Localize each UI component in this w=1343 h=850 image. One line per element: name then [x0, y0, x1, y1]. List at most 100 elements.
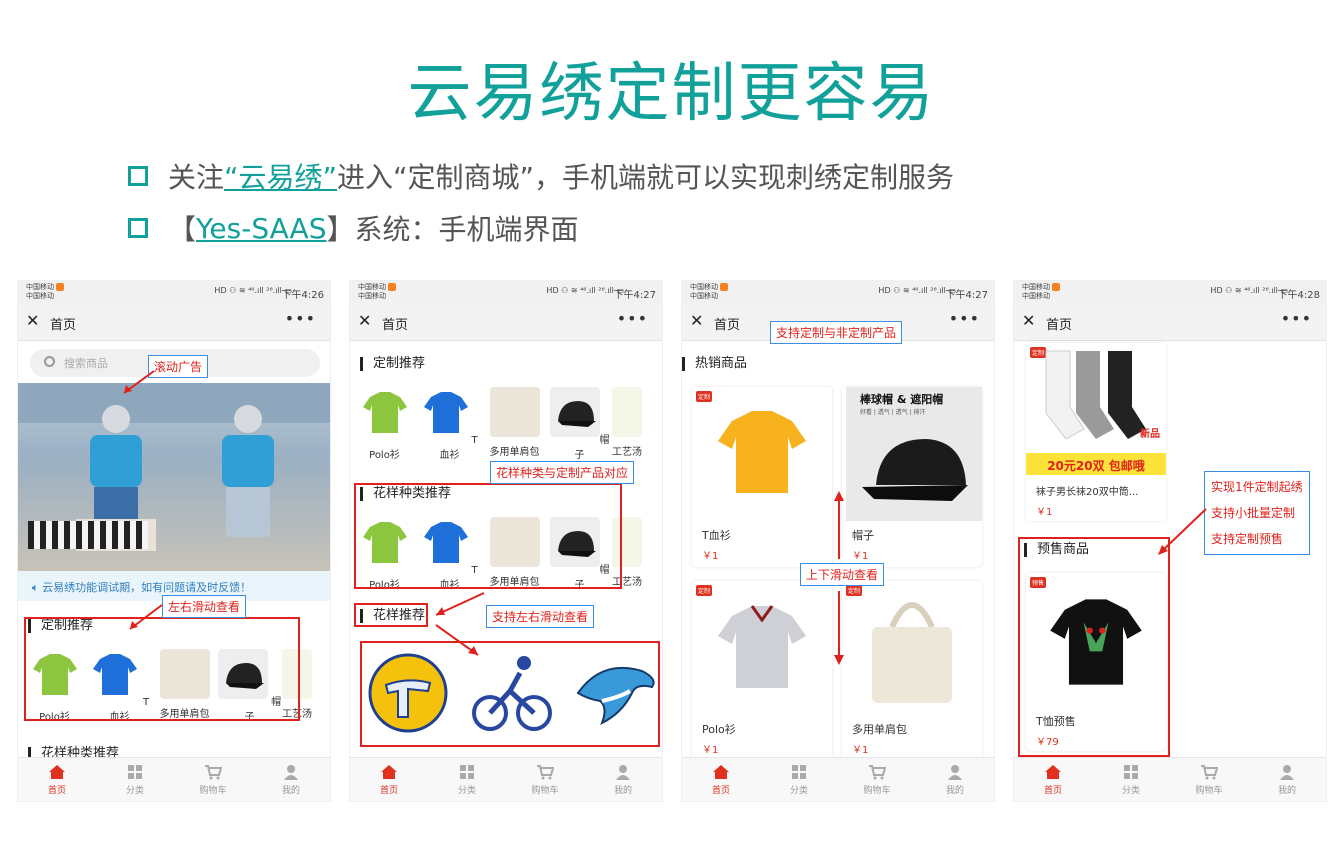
notice-text: 云易绣功能调试期，如有问题请及时反馈！ — [42, 581, 252, 594]
cap-image — [549, 387, 600, 437]
cart-icon — [205, 765, 222, 780]
arrow-icon — [129, 604, 163, 630]
cap-image: 棒球帽 & 遮阳帽 好看 | 透气 | 透气 | 排汗 — [846, 387, 982, 521]
tab-category[interactable]: 分类 — [428, 758, 506, 801]
more-icon[interactable]: ••• — [617, 309, 648, 328]
product-card-tshirt[interactable]: 定制 T血衫 ￥1 — [692, 387, 832, 567]
callout-match: 花样种类与定制产品对应 — [490, 461, 635, 484]
product-bag[interactable]: 多用单肩包 — [482, 387, 547, 461]
highlight-box — [360, 641, 660, 747]
yunyixiu-link[interactable]: “云易绣” — [224, 156, 337, 196]
cart-icon — [537, 765, 554, 780]
yes-saas-link[interactable]: Yes-SAAS — [196, 212, 326, 245]
product-craft[interactable]: 工艺汤 — [612, 387, 642, 461]
close-icon[interactable]: ✕ — [358, 311, 371, 330]
carrier-label: 中国移动 中国移动 — [26, 283, 64, 301]
tab-cart[interactable]: 购物车 — [506, 758, 584, 801]
craft-image — [612, 387, 642, 437]
home-icon — [381, 765, 397, 779]
socks-image — [1045, 350, 1146, 440]
more-icon[interactable]: ••• — [285, 309, 316, 328]
callout-features: 实现1件定制起绣 支持小批量定制 支持定制预售 — [1204, 471, 1310, 555]
home-icon — [713, 765, 729, 779]
status-time: 下午4:27 — [945, 290, 988, 301]
product-tshirt[interactable]: T血衫 — [417, 387, 482, 461]
mannequin-image — [222, 405, 274, 537]
category-icon — [792, 765, 806, 779]
polo-shirt-image — [718, 605, 806, 688]
more-icon[interactable]: ••• — [949, 309, 980, 328]
tshirt-image — [424, 392, 469, 433]
close-icon[interactable]: ✕ — [690, 311, 703, 330]
ad-banner[interactable] — [18, 383, 330, 571]
product-card-polo[interactable]: 定制 Polo衫 ￥1 — [692, 581, 832, 761]
carrier-logo-icon — [388, 283, 396, 291]
product-card-cap[interactable]: 定制 棒球帽 & 遮阳帽 好看 | 透气 | 透气 | 排汗 帽子 ￥1 — [842, 387, 982, 567]
status-icons: HD ⚇ ≋ ⁴⁶.ıll ²⁶.ıll ▭ — [546, 286, 624, 295]
search-icon — [44, 356, 55, 367]
carrier-label: 中国移动 中国移动 — [358, 283, 396, 301]
product-row: Polo衫 T血衫 多用单肩包 帽子 工艺汤 — [352, 387, 642, 461]
custom-badge: 定制 — [696, 391, 713, 402]
status-bar: 中国移动 中国移动 HD ⚇ ≋ ⁴⁶.ıll ²⁶.ıll ▭ 下午4:27 — [350, 281, 662, 303]
tshirt-image — [718, 411, 806, 493]
bag-image — [872, 602, 952, 703]
tab-category[interactable]: 分类 — [1092, 758, 1170, 801]
user-icon — [1280, 765, 1294, 780]
more-icon[interactable]: ••• — [1281, 309, 1312, 328]
status-time: 下午4:28 — [1277, 290, 1320, 301]
arrow-icon — [123, 370, 155, 394]
callout-scroll: 左右滑动查看 — [162, 595, 247, 618]
home-icon — [1045, 765, 1061, 779]
callout-top: 支持定制与非定制产品 — [770, 321, 903, 344]
tab-bar: 首页 分类 购物车 我的 — [1014, 757, 1326, 801]
tab-bar: 首页 分类 购物车 我的 — [682, 757, 994, 801]
tab-mine[interactable]: 我的 — [252, 758, 330, 801]
tab-mine[interactable]: 我的 — [584, 758, 662, 801]
highlight-box — [1018, 537, 1170, 757]
status-bar: 中国移动 中国移动 HD ⚇ ≋ ⁴⁶.ıll ²⁶.ıll ▭ 下午4:26 — [18, 281, 330, 303]
carrier-logo-icon — [1052, 283, 1060, 291]
carrier-logo-icon — [56, 283, 64, 291]
category-icon — [1124, 765, 1138, 779]
nav-title: 首页 — [1046, 318, 1073, 333]
nav-title: 首页 — [50, 318, 77, 333]
carrier-label: 中国移动 中国移动 — [1022, 283, 1060, 301]
custom-badge: 定制 — [696, 585, 713, 596]
tab-home[interactable]: 首页 — [682, 758, 760, 801]
product-polo[interactable]: Polo衫 — [352, 387, 417, 461]
close-icon[interactable]: ✕ — [26, 311, 39, 330]
tab-cart[interactable]: 购物车 — [174, 758, 252, 801]
status-bar: 中国移动 中国移动 HD ⚇ ≋ ⁴⁶.ıll ²⁶.ıll ▭ 下午4:27 — [682, 281, 994, 303]
tab-cart[interactable]: 购物车 — [838, 758, 916, 801]
scroll-arrow-icon — [834, 491, 844, 665]
cart-icon — [869, 765, 886, 780]
search-placeholder: 搜索商品 — [64, 357, 108, 370]
category-icon — [460, 765, 474, 779]
category-icon — [128, 765, 142, 779]
product-cap[interactable]: 帽子 — [547, 387, 612, 461]
tab-category[interactable]: 分类 — [96, 758, 174, 801]
product-card-socks[interactable]: 定制 新品 20元20双 包邮哦 袜子男长袜20双中筒... ￥1 — [1026, 343, 1166, 521]
polo-shirt-image — [362, 392, 407, 433]
tab-home[interactable]: 首页 — [18, 758, 96, 801]
tab-cart[interactable]: 购物车 — [1170, 758, 1248, 801]
tab-bar: 首页 分类 购物车 我的 — [350, 757, 662, 801]
new-label: 新品 — [1140, 429, 1160, 440]
nav-title: 首页 — [382, 318, 409, 333]
square-bullet-icon — [128, 218, 148, 238]
product-card-bag[interactable]: 定制 多用单肩包 ￥1 — [842, 581, 982, 761]
status-time: 下午4:26 — [281, 290, 324, 301]
close-icon[interactable]: ✕ — [1022, 311, 1035, 330]
tab-mine[interactable]: 我的 — [916, 758, 994, 801]
tab-category[interactable]: 分类 — [760, 758, 838, 801]
bag-image — [489, 387, 540, 437]
highlight-box — [354, 483, 622, 589]
speaker-icon: 🔈︎ — [32, 581, 43, 594]
bullet-text: 】系统：手机端界面 — [326, 213, 579, 246]
phone-screen-4: 中国移动 中国移动 HD ⚇ ≋ ⁴⁶.ıll ²⁶.ıll ▭ 下午4:28 ✕… — [1013, 280, 1327, 802]
user-icon — [948, 765, 962, 780]
tab-mine[interactable]: 我的 — [1248, 758, 1326, 801]
tab-home[interactable]: 首页 — [350, 758, 428, 801]
tab-home[interactable]: 首页 — [1014, 758, 1092, 801]
